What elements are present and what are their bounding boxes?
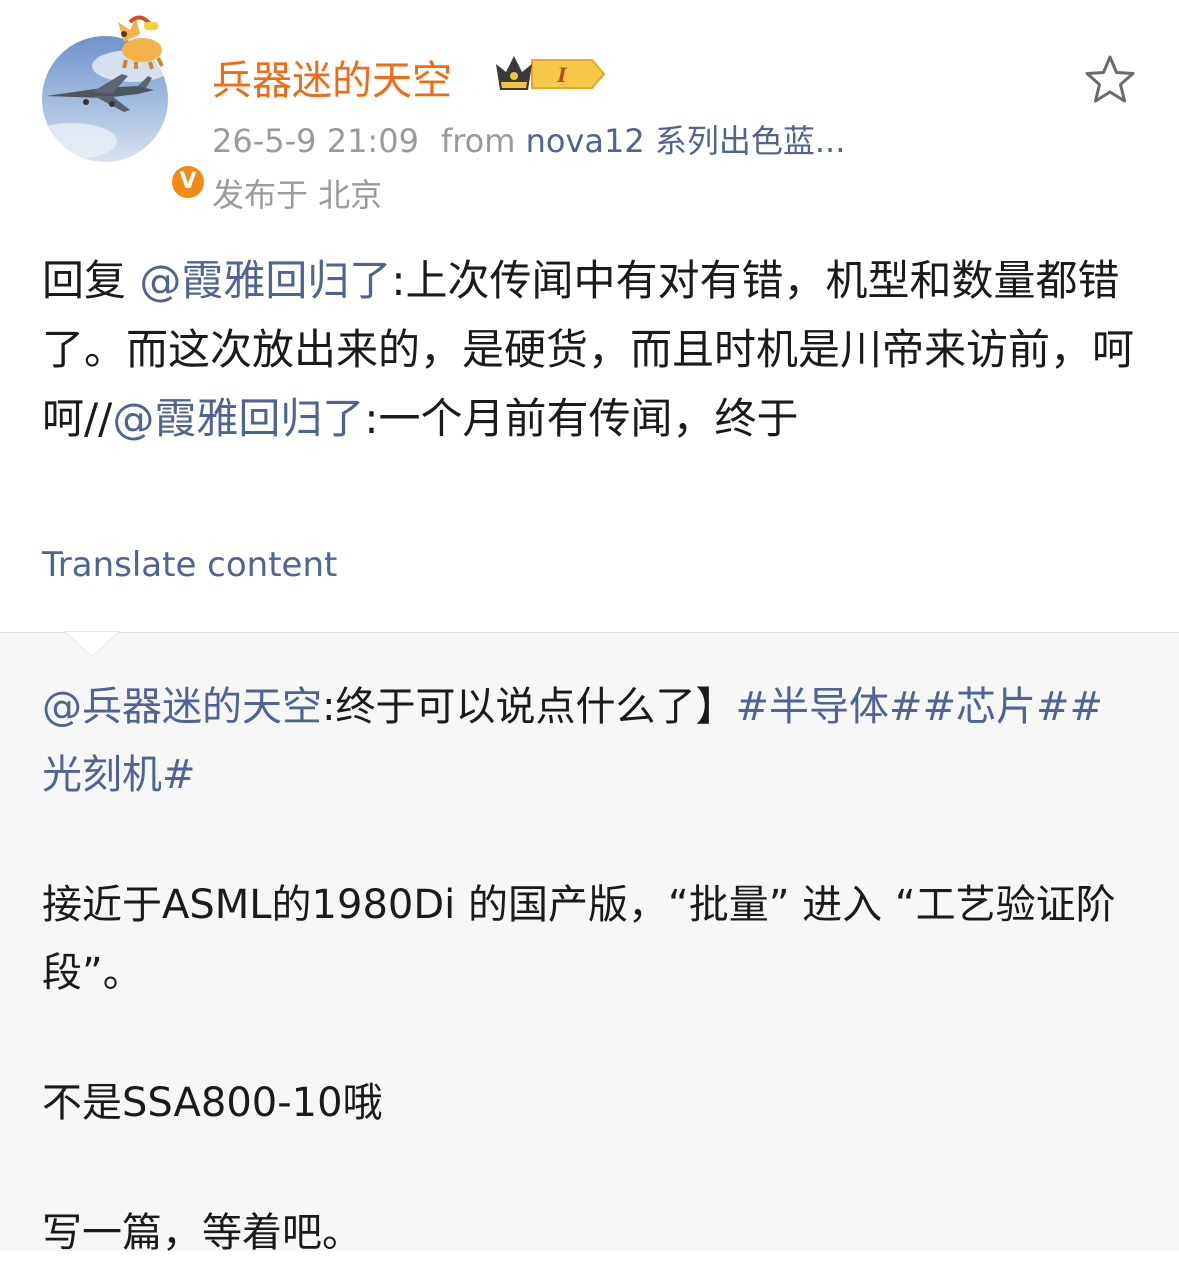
post-body: 回复 @霞雅回归了:上次传闻中有对有错，机型和数量都错了。而这次放出来的，是硬货… (42, 246, 1142, 453)
timestamp: 26-5-9 21:09 (212, 122, 419, 160)
crown-level-icon[interactable]: I (492, 52, 606, 96)
mention-link[interactable]: @兵器迷的天空 (42, 684, 322, 730)
post-meta: 26-5-9 21:09 from nova12 系列出色蓝... (212, 116, 845, 162)
repost-paragraph: 接近于ASML的1980Di 的国产版，“批量” 进入 “工艺验证阶段”。 (42, 882, 1116, 996)
mention-link[interactable]: @霞雅回归了 (139, 256, 391, 305)
mention-link[interactable]: @霞雅回归了 (112, 394, 364, 443)
horse-icon (118, 15, 164, 70)
repost-paragraph: @兵器迷的天空:终于可以说点什么了】#半导体##芯片##光刻机# (42, 673, 1142, 809)
repost-card[interactable]: @兵器迷的天空:终于可以说点什么了】#半导体##芯片##光刻机# 接近于ASML… (0, 631, 1179, 1256)
device-link[interactable]: nova12 系列出色蓝... (526, 122, 846, 160)
from-label: from (440, 122, 516, 160)
body-text-segment: :一个月前有传闻，终于 (364, 394, 799, 443)
level-label: I (556, 63, 567, 87)
verified-icon: V (168, 162, 208, 202)
repost-pointer-fill (66, 632, 118, 656)
repost-text-segment: :终于可以说点什么了】 (322, 684, 736, 730)
translate-link[interactable]: Translate content (42, 545, 337, 585)
repost-paragraph: 不是SSA800-10哦 (42, 1080, 383, 1126)
repost-body: @兵器迷的天空:终于可以说点什么了】#半导体##芯片##光刻机# 接近于ASML… (42, 673, 1142, 1267)
post-card: V 兵器迷的天空 I 26-5-9 21:09 from nova12 系列出色蓝… (0, 0, 1179, 632)
author-name[interactable]: 兵器迷的天空 (212, 48, 452, 106)
reply-prefix: 回复 (42, 256, 127, 305)
repost-paragraph: 写一篇，等着吧。 (42, 1210, 362, 1256)
post-location: 发布于 北京 (212, 176, 383, 214)
star-icon[interactable] (1084, 54, 1136, 104)
